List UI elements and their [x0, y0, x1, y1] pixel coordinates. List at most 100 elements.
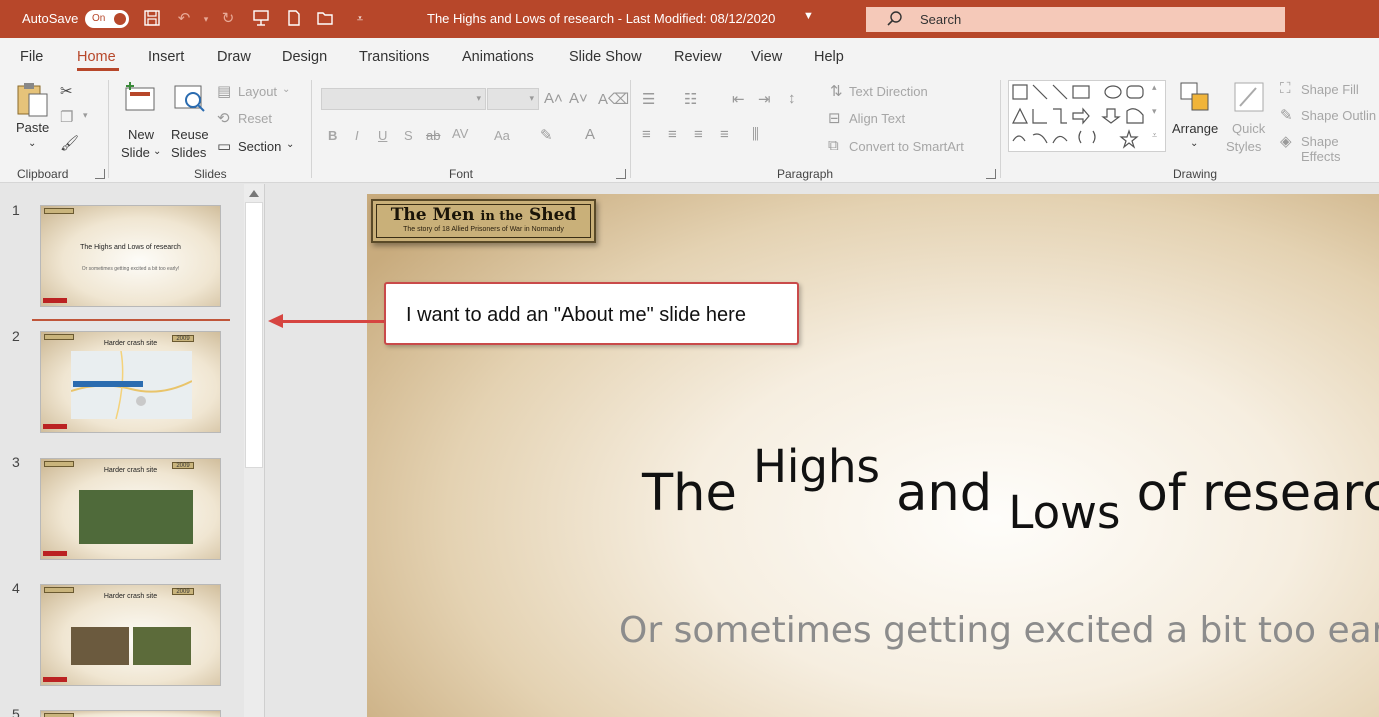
convert-smartart-button[interactable]: Convert to SmartArt: [849, 139, 964, 154]
new-file-icon[interactable]: [284, 9, 304, 29]
scrollbar-thumb[interactable]: [245, 202, 263, 468]
photo-right: [133, 627, 191, 665]
tab-draw[interactable]: Draw: [217, 49, 251, 65]
slide-thumbnail-3[interactable]: 2009 Harder crash site: [40, 458, 221, 560]
new-slide-label-2: Slide: [121, 145, 150, 160]
strikethrough-icon[interactable]: ab: [426, 128, 440, 143]
copy-dropdown-icon[interactable]: ▾: [83, 110, 88, 121]
slide-thumbnail-4[interactable]: 2009 Harder crash site: [40, 584, 221, 686]
thumb-title: Harder crash site: [103, 467, 158, 474]
clipboard-launcher-icon[interactable]: [95, 169, 105, 179]
font-launcher-icon[interactable]: [616, 169, 626, 179]
justify-icon[interactable]: ≡: [720, 126, 729, 143]
arrange-icon: [1180, 82, 1209, 111]
presenter-icon[interactable]: [251, 9, 271, 29]
customize-qat-icon[interactable]: ⩡: [350, 9, 370, 29]
shapes-gallery[interactable]: [1008, 80, 1166, 152]
gallery-scroll-up-icon[interactable]: ▴: [1152, 82, 1157, 93]
open-folder-icon[interactable]: [316, 9, 336, 29]
tab-insert[interactable]: Insert: [148, 49, 184, 65]
tab-animations[interactable]: Animations: [462, 49, 534, 65]
bold-button[interactable]: B: [328, 128, 337, 143]
gallery-more-icon[interactable]: ⩡: [1152, 130, 1157, 141]
chevron-down-icon: ⌄: [286, 139, 295, 150]
chevron-down-icon[interactable]: ▼: [803, 10, 814, 22]
italic-button[interactable]: I: [355, 128, 359, 143]
font-size-select[interactable]: ▾: [487, 88, 539, 110]
slide-thumbnail-5[interactable]: [40, 710, 221, 717]
align-right-icon[interactable]: ≡: [694, 126, 703, 143]
font-family-select[interactable]: ▾: [321, 88, 486, 110]
character-spacing-button[interactable]: AV: [452, 126, 468, 141]
slide-thumbnail-1[interactable]: The Highs and Lows of research Or someti…: [40, 205, 221, 307]
autosave-toggle[interactable]: On: [85, 10, 129, 28]
shape-effects-button[interactable]: Shape Effects: [1301, 134, 1379, 164]
search-box[interactable]: Search: [866, 7, 1285, 32]
change-case-button[interactable]: Aa: [494, 128, 510, 143]
tab-view[interactable]: View: [751, 49, 782, 65]
clear-formatting-icon[interactable]: A⌫: [598, 90, 629, 108]
tab-home[interactable]: Home: [77, 49, 116, 65]
slide-number: 3: [12, 454, 20, 470]
paste-label: Paste: [16, 120, 50, 135]
reuse-slides-button[interactable]: Reuse Slides: [168, 80, 214, 164]
scroll-up-icon[interactable]: [249, 190, 259, 197]
text-direction-button[interactable]: Text Direction: [849, 84, 928, 99]
align-left-icon[interactable]: ≡: [642, 126, 651, 143]
section-button[interactable]: Section: [238, 139, 281, 154]
reset-icon: ⟲: [217, 110, 230, 127]
save-icon[interactable]: [142, 9, 162, 29]
shape-fill-button[interactable]: Shape Fill: [1301, 82, 1359, 97]
search-input[interactable]: Search: [920, 12, 961, 27]
slide-thumbnail-2[interactable]: 2009 Harder crash site: [40, 331, 221, 433]
slide-title[interactable]: The Highs and Lows of research: [642, 440, 1379, 539]
ribbon: Paste ⌄ ✂ ❐ ▾ 🖌 Clipboard New Slide ⌄ Re…: [0, 74, 1379, 183]
current-slide[interactable]: The Men in the Shed The story of 18 Alli…: [367, 194, 1379, 717]
increase-font-icon[interactable]: A˄: [544, 90, 563, 107]
font-color-icon[interactable]: A: [585, 126, 595, 143]
bullets-icon[interactable]: ☰: [642, 90, 655, 108]
plaque-logo[interactable]: The Men in the Shed The story of 18 Alli…: [371, 199, 596, 243]
thumbnail-scrollbar[interactable]: [244, 184, 264, 717]
reset-button[interactable]: Reset: [238, 111, 272, 126]
badge: [43, 424, 67, 429]
insertion-line: [32, 319, 230, 321]
new-slide-label-1: New: [128, 127, 155, 142]
undo-dropdown-icon[interactable]: ▾: [196, 9, 216, 29]
highlight-icon[interactable]: ✎: [540, 126, 553, 144]
thumb-subtitle: Or sometimes getting excited a bit too e…: [81, 266, 180, 272]
columns-icon[interactable]: ⫼: [752, 126, 759, 143]
gallery-scroll-down-icon[interactable]: ▾: [1152, 106, 1157, 117]
quick-styles-button[interactable]: Quick Styles: [1226, 80, 1276, 164]
arrange-button[interactable]: Arrange ⌄: [1170, 80, 1222, 164]
cut-icon[interactable]: ✂: [60, 82, 73, 100]
new-slide-button[interactable]: New Slide ⌄: [118, 80, 164, 164]
decrease-font-icon[interactable]: A˅: [569, 90, 588, 107]
tab-file[interactable]: File: [20, 49, 43, 65]
layout-button[interactable]: Layout: [238, 84, 277, 99]
tab-review[interactable]: Review: [674, 49, 722, 65]
numbering-icon[interactable]: ☷: [684, 90, 697, 108]
arrow-left-icon: [268, 314, 283, 328]
tab-slide-show[interactable]: Slide Show: [569, 49, 642, 65]
decrease-indent-icon[interactable]: ⇤: [732, 90, 745, 108]
slide-number: 4: [12, 580, 20, 596]
tab-help[interactable]: Help: [814, 49, 844, 65]
copy-icon[interactable]: ❐: [60, 108, 73, 126]
format-painter-icon[interactable]: 🖌: [60, 134, 79, 152]
paste-button[interactable]: Paste ⌄: [14, 80, 54, 156]
paragraph-launcher-icon[interactable]: [986, 169, 996, 179]
shadow-button[interactable]: S: [404, 128, 413, 143]
underline-button[interactable]: U: [378, 128, 387, 143]
tab-design[interactable]: Design: [282, 49, 327, 65]
line-spacing-icon[interactable]: ↕: [788, 90, 796, 107]
slide-subtitle[interactable]: Or sometimes getting excited a bit too e…: [619, 610, 1379, 651]
undo-icon[interactable]: ↶: [174, 9, 194, 29]
align-text-button[interactable]: Align Text: [849, 111, 905, 126]
tab-transitions[interactable]: Transitions: [359, 49, 429, 65]
align-center-icon[interactable]: ≡: [668, 126, 677, 143]
chevron-down-icon: ⌄: [1190, 138, 1199, 149]
shape-outline-button[interactable]: Shape Outlin: [1301, 108, 1376, 123]
redo-icon[interactable]: ↻: [218, 9, 238, 29]
increase-indent-icon[interactable]: ⇥: [758, 90, 771, 108]
